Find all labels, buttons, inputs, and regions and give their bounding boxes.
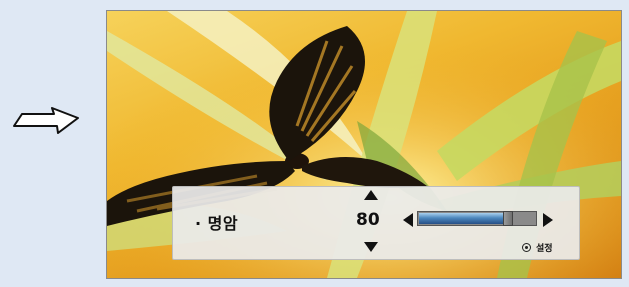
brightness-slider[interactable] [417,211,537,226]
enter-hint-label: 설정 [536,244,553,254]
right-outline-arrow-icon [13,107,79,134]
enter-hint: 설정 [522,241,553,254]
setting-label: · 명암 [195,214,239,233]
slider-handle[interactable] [503,211,513,226]
setting-value: 80 [356,210,380,230]
triangle-left-icon[interactable] [403,213,413,227]
brightness-osd-panel: · 명암 80 설정 [172,186,580,260]
triangle-up-icon[interactable] [364,190,378,200]
triangle-down-icon[interactable] [364,242,378,252]
enter-circle-icon [522,243,531,252]
slider-fill [419,213,504,224]
triangle-right-icon[interactable] [543,213,553,227]
